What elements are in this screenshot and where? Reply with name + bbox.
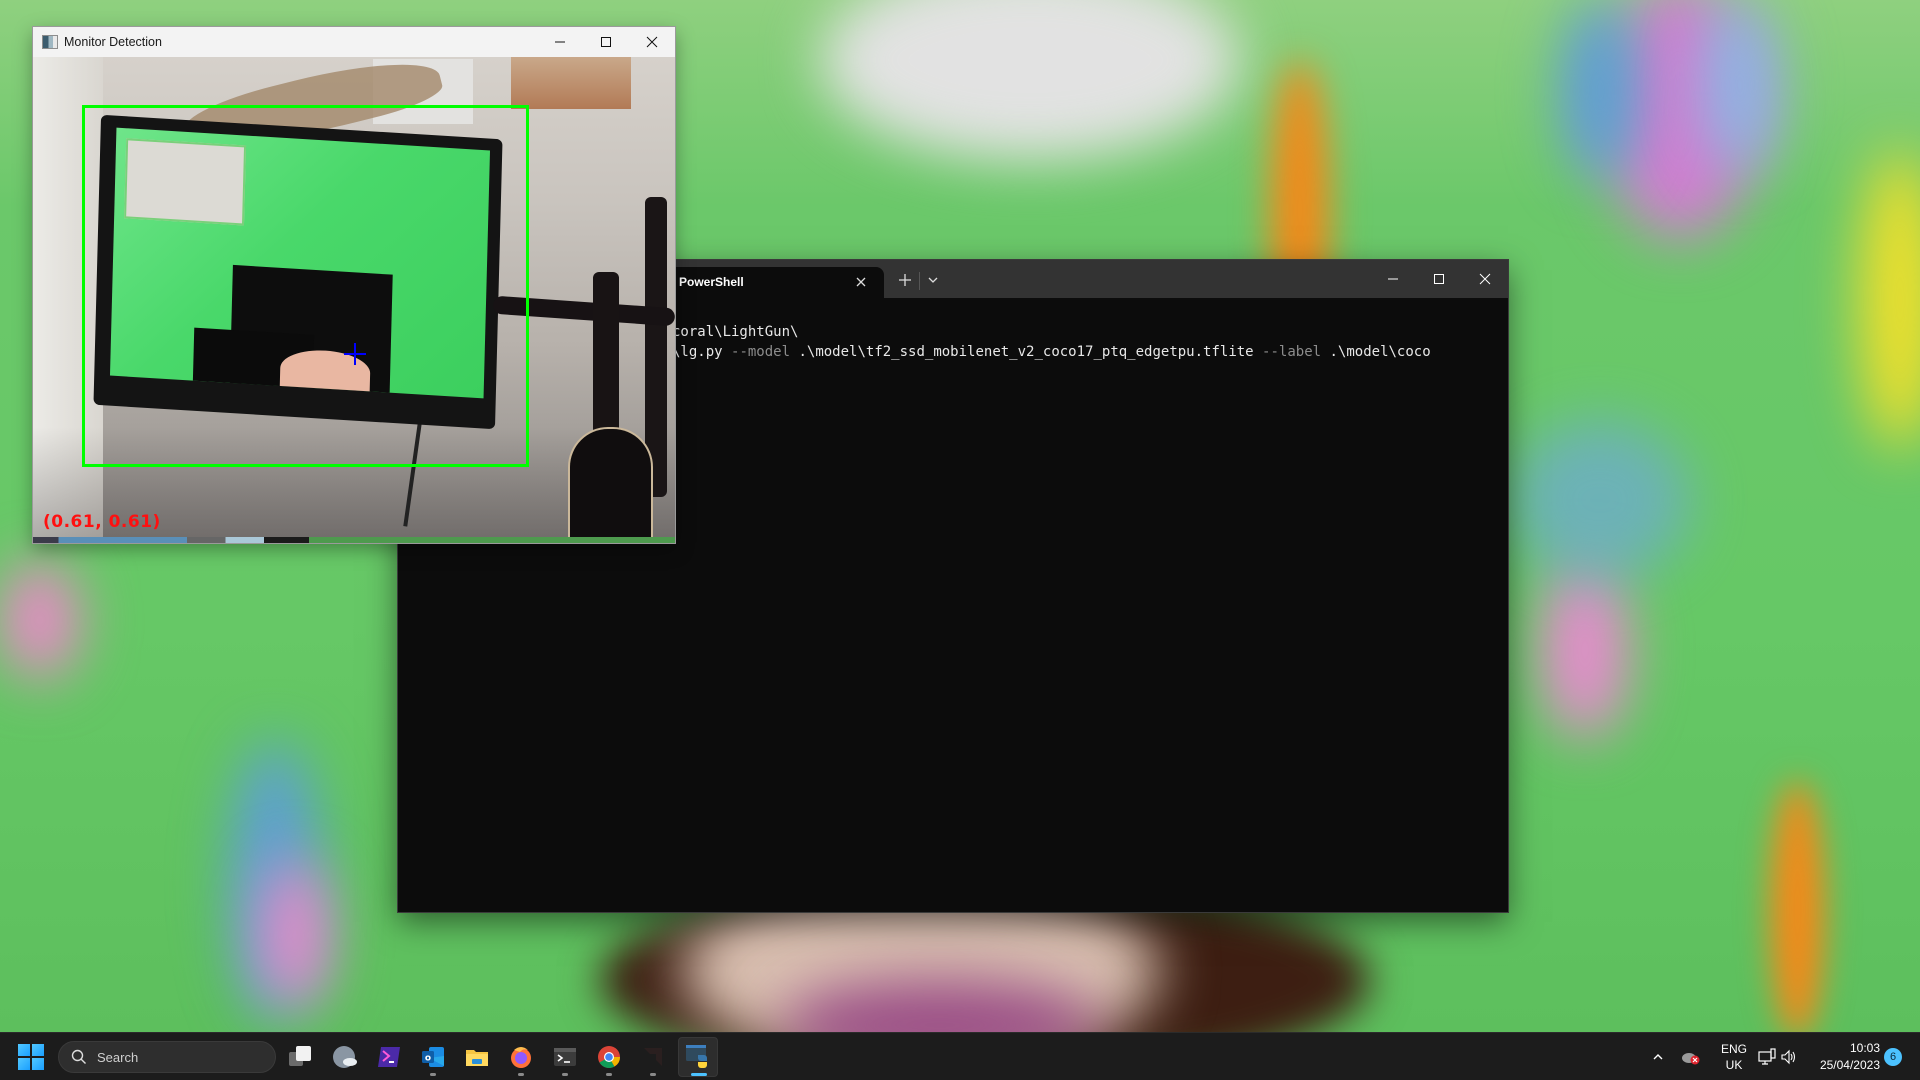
wallpaper-blob — [820, 0, 1240, 160]
maximize-icon — [601, 37, 611, 47]
close-icon — [646, 36, 658, 48]
clock-time: 10:03 — [1849, 1041, 1880, 1055]
terminal-line: \lg.py --model .\model\tf2_ssd_mobilenet… — [672, 342, 1508, 362]
terminal-text: coral\LightGun\ — [672, 324, 799, 340]
onedrive-tray-icon[interactable] — [1678, 1033, 1704, 1080]
volume-tray-icon[interactable] — [1778, 1033, 1800, 1080]
windows-logo-icon — [18, 1058, 30, 1070]
terminal-line: coral\LightGun\ — [672, 322, 1508, 342]
taskbar-search[interactable]: Search — [58, 1041, 276, 1073]
network-icon — [1758, 1048, 1776, 1065]
taskbar-chrome[interactable] — [589, 1037, 629, 1077]
maximize-button[interactable] — [1416, 260, 1462, 298]
keyboard-region: UK — [1725, 1058, 1743, 1072]
close-button[interactable] — [1462, 260, 1508, 298]
tab-divider — [919, 272, 920, 290]
windows-logo-icon — [32, 1044, 44, 1056]
wallpaper-blob — [1700, 0, 1780, 170]
taskbar-firefox[interactable] — [501, 1037, 541, 1077]
chevron-down-icon[interactable] — [926, 273, 940, 287]
running-indicator — [650, 1073, 656, 1076]
window-title: Monitor Detection — [64, 35, 162, 49]
outlook-icon: o — [422, 1047, 444, 1067]
start-button[interactable] — [18, 1044, 44, 1070]
wallpaper-blob — [0, 560, 80, 680]
minimize-button[interactable] — [537, 27, 583, 57]
active-indicator — [691, 1073, 707, 1076]
minimize-icon — [555, 41, 565, 43]
opencv-window-icon — [42, 35, 58, 49]
terminal-text: .\model\coco — [1321, 344, 1431, 360]
detection-bounding-box — [82, 105, 529, 467]
svg-text:o: o — [425, 1054, 431, 1064]
running-indicator — [562, 1073, 568, 1076]
wallpaper-blob — [260, 860, 330, 1010]
camera-feed: (0.61, 0.61) — [33, 57, 675, 537]
chrome-icon — [598, 1046, 620, 1068]
network-tray-icon[interactable] — [1756, 1033, 1778, 1080]
terminal-flag: --model — [731, 344, 791, 360]
bike-wheel — [568, 427, 653, 537]
minimize-button[interactable] — [1370, 260, 1416, 298]
powershell-ise-icon — [378, 1047, 400, 1067]
clock[interactable]: 10:03 25/04/2023 — [1806, 1033, 1880, 1080]
taskbar: Search o ENG UK 10:03 25/04/2023 6 — [0, 1032, 1920, 1080]
clock-date: 25/04/2023 — [1819, 1058, 1880, 1072]
wallpaper-blob — [1510, 420, 1690, 580]
plus-icon[interactable] — [896, 271, 914, 289]
taskbar-python[interactable] — [678, 1037, 718, 1077]
terminal-flag: --label — [1262, 344, 1322, 360]
wall-poster — [511, 57, 631, 109]
taskbar-windows-terminal[interactable] — [545, 1037, 585, 1077]
maximize-button[interactable] — [583, 27, 629, 57]
terminal-text: .\model\tf2_ssd_mobilenet_v2_coco17_ptq_… — [790, 344, 1263, 360]
taskbar-outlook[interactable]: o — [413, 1037, 453, 1077]
terminal-icon — [554, 1048, 576, 1066]
crosshair-icon — [344, 343, 366, 365]
language-code: ENG — [1720, 1042, 1747, 1056]
language-indicator[interactable]: ENG UK — [1714, 1033, 1754, 1080]
wallpaper-blob — [1540, 560, 1630, 740]
task-view-icon — [289, 1046, 311, 1066]
terminal-text: \lg.py — [672, 344, 732, 360]
window-titlebar[interactable]: Monitor Detection — [33, 27, 675, 57]
maximize-icon — [1434, 274, 1444, 284]
close-tab-icon[interactable] — [854, 275, 868, 289]
python-icon — [686, 1045, 707, 1068]
taskbar-file-explorer[interactable] — [457, 1037, 497, 1077]
folder-icon — [466, 1050, 488, 1066]
monitor-detection-window[interactable]: Monitor Detection (0.61, 0.61) — [33, 27, 675, 543]
taskbar-task-view[interactable] — [280, 1037, 320, 1077]
aim-coordinates: (0.61, 0.61) — [43, 512, 161, 532]
taskbar-amd-software[interactable] — [633, 1037, 673, 1077]
close-button[interactable] — [629, 27, 675, 57]
firefox-icon — [511, 1047, 531, 1068]
wallpaper-blob — [1770, 780, 1825, 1032]
search-label: Search — [97, 1049, 139, 1065]
search-icon — [71, 1049, 86, 1064]
taskbar-powershell-ise[interactable] — [369, 1037, 409, 1077]
running-indicator — [606, 1073, 612, 1076]
volume-icon — [1781, 1049, 1796, 1065]
taskbar-widgets[interactable] — [325, 1037, 365, 1077]
windows-logo-icon — [18, 1044, 30, 1056]
notification-badge[interactable]: 6 — [1884, 1048, 1902, 1066]
camera-window-artifact-strip — [33, 537, 675, 543]
minimize-icon — [1388, 278, 1398, 280]
wallpaper-blob — [1860, 150, 1920, 450]
running-indicator — [430, 1073, 436, 1076]
wallpaper-blob — [1560, 0, 1640, 180]
tab-title: PowerShell — [679, 275, 744, 289]
show-hidden-icons-button[interactable] — [1646, 1033, 1670, 1080]
widgets-weather-icon — [333, 1046, 357, 1068]
windows-logo-icon — [32, 1058, 44, 1070]
cloud-error-icon — [1682, 1053, 1700, 1065]
close-icon — [1479, 273, 1491, 285]
chevron-up-icon — [1653, 1054, 1663, 1060]
amd-icon — [644, 1048, 662, 1066]
running-indicator — [518, 1073, 524, 1076]
